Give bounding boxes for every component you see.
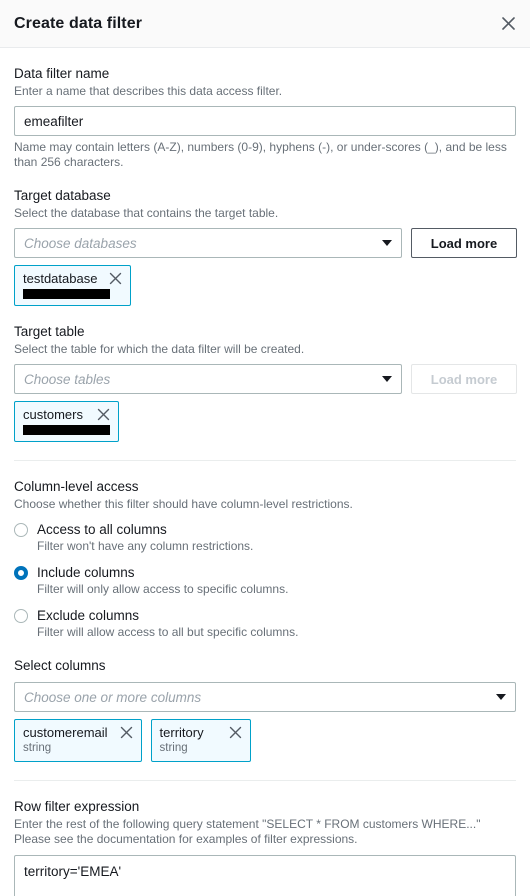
target-table-tokens: customers: [14, 401, 516, 442]
load-more-databases-button[interactable]: Load more: [411, 228, 517, 258]
radio-texts: Include columns Filter will only allow a…: [37, 564, 516, 597]
column-level-access-group: Column-level access Choose whether this …: [14, 461, 516, 640]
token-top: customeremail: [23, 725, 133, 740]
radio-texts: Access to all columns Filter won't have …: [37, 521, 516, 554]
target-table-label: Target table: [14, 324, 85, 339]
page-title: Create data filter: [14, 14, 143, 32]
radio-description: Filter will allow access to all but spec…: [37, 625, 299, 639]
radio-icon: [14, 523, 28, 537]
token-remove-icon[interactable]: [120, 726, 133, 739]
radio-option-include-columns[interactable]: Include columns Filter will only allow a…: [14, 564, 516, 597]
radio-texts: Exclude columns Filter will allow access…: [37, 607, 516, 640]
select-columns-select-row: Choose one or more columns: [14, 682, 516, 712]
token-label: customeremail: [23, 725, 108, 740]
chevron-down-icon: [382, 240, 392, 246]
radio-description: Filter will only allow access to specifi…: [37, 582, 289, 596]
select-columns-tokens: customeremail string territory string: [14, 719, 516, 762]
column-level-access-description: Choose whether this filter should have c…: [14, 497, 353, 511]
row-filter-expression-label: Row filter expression: [14, 799, 140, 814]
token-label: customers: [23, 407, 83, 422]
token-top: territory: [160, 725, 242, 740]
token-remove-icon[interactable]: [229, 726, 242, 739]
radio-description: Filter won't have any column restriction…: [37, 539, 254, 553]
token-chip: territory string: [150, 719, 251, 762]
select-columns-label: Select columns: [14, 658, 106, 673]
target-database-group: Target database Select the database that…: [14, 170, 517, 306]
row-filter-expression-description-1: Enter the rest of the following query st…: [14, 817, 481, 831]
row-filter-expression-description-2: Please see the documentation for example…: [14, 832, 358, 846]
token-top: testdatabase: [23, 271, 122, 286]
radio-icon-selected: [14, 566, 28, 580]
target-database-placeholder: Choose databases: [24, 235, 137, 251]
column-level-access-label: Column-level access: [14, 479, 139, 494]
token-label: testdatabase: [23, 271, 98, 286]
radio-option-exclude-columns[interactable]: Exclude columns Filter will allow access…: [14, 607, 516, 640]
target-database-tokens: testdatabase: [14, 265, 516, 306]
target-table-group: Target table Select the table for which …: [14, 306, 517, 442]
modal-body: Data filter name Enter a name that descr…: [0, 48, 530, 896]
token-type-label: string: [23, 742, 52, 754]
radio-title: Exclude columns: [37, 608, 140, 623]
chevron-down-icon: [382, 376, 392, 382]
target-database-label: Target database: [14, 188, 111, 203]
chevron-down-icon: [496, 694, 506, 700]
target-table-description: Select the table for which the data filt…: [14, 342, 305, 356]
target-table-select-row: Choose tables Load more: [14, 364, 517, 394]
target-database-description: Select the database that contains the ta…: [14, 206, 279, 220]
token-redacted-bar: [23, 289, 110, 299]
token-remove-icon[interactable]: [97, 408, 110, 421]
target-database-select[interactable]: Choose databases: [14, 228, 402, 258]
token-top: customers: [23, 407, 110, 422]
token-redacted-bar: [23, 425, 110, 435]
token-chip: testdatabase: [14, 265, 132, 306]
target-table-select[interactable]: Choose tables: [14, 364, 402, 394]
target-database-select-row: Choose databases Load more: [14, 228, 517, 258]
column-level-access-radio-group: Access to all columns Filter won't have …: [14, 521, 516, 640]
radio-title: Include columns: [37, 565, 135, 580]
token-label: territory: [159, 725, 204, 740]
modal-header: Create data filter: [0, 0, 530, 48]
radio-icon: [14, 609, 28, 623]
row-filter-expression-textarea[interactable]: territory='EMEA': [14, 855, 516, 896]
token-chip: customeremail string: [14, 719, 142, 762]
load-more-tables-button: Load more: [411, 364, 517, 394]
data-filter-name-label: Data filter name: [14, 66, 110, 81]
radio-option-access-to-all-columns[interactable]: Access to all columns Filter won't have …: [14, 521, 516, 554]
close-icon[interactable]: [497, 13, 519, 35]
data-filter-name-description: Enter a name that describes this data ac…: [14, 84, 283, 98]
data-filter-name-input[interactable]: [14, 106, 516, 136]
row-filter-expression-group: Row filter expression Enter the rest of …: [14, 781, 516, 896]
select-columns-select[interactable]: Choose one or more columns: [14, 682, 516, 712]
target-table-placeholder: Choose tables: [24, 371, 111, 387]
token-type-label: string: [159, 742, 188, 754]
radio-title: Access to all columns: [37, 522, 167, 537]
data-filter-name-group: Data filter name Enter a name that descr…: [14, 48, 516, 170]
data-filter-name-hint: Name may contain letters (A-Z), numbers …: [14, 140, 507, 169]
select-columns-group: Select columns Choose one or more column…: [14, 640, 516, 762]
select-columns-placeholder: Choose one or more columns: [24, 689, 202, 705]
token-chip: customers: [14, 401, 119, 442]
token-remove-icon[interactable]: [109, 272, 122, 285]
